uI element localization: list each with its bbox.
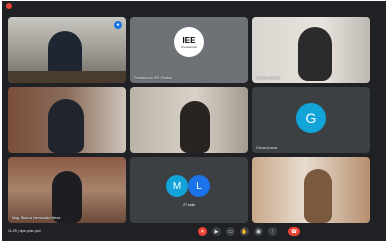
camera-icon: ▶ [214, 228, 219, 235]
mic-off-icon: ✕ [200, 228, 205, 235]
avatar: IEE Presidencia [174, 27, 204, 57]
participant-tile-5[interactable] [130, 87, 248, 153]
meet-screen: ● IEE Presidencia Presidencia IEE Puebla… [2, 1, 386, 241]
participant-tile-9[interactable] [252, 157, 370, 223]
logo-text: IEE [182, 35, 196, 45]
present-button[interactable]: ▣ [254, 227, 263, 236]
present-icon: ▣ [256, 228, 261, 235]
person-silhouette [298, 27, 332, 81]
more-options-button[interactable]: ⋮ [268, 227, 277, 236]
avatar-initial: L [196, 180, 202, 192]
participant-name: Mag. Blanca Hernández Meza [12, 216, 61, 220]
avatar-initial: G [305, 110, 317, 126]
person-silhouette [180, 101, 210, 153]
mic-off-button[interactable]: ✕ [198, 227, 207, 236]
participant-tile-3[interactable]: Claudia Garate [252, 17, 370, 83]
control-bar: 11:25 | dpe-yosr-ycd ✕ ▶ ▭ ✋ ▣ ⋮ ☎ [2, 223, 386, 241]
participant-name: Presidencia IEE Puebla [134, 76, 172, 80]
captions-button[interactable]: ▭ [226, 227, 235, 236]
person-silhouette [304, 169, 332, 223]
mic-active-icon: ● [114, 21, 122, 29]
hand-icon: ✋ [241, 228, 248, 235]
more-participants-count: 27 más [183, 203, 195, 207]
leave-call-icon: ☎ [290, 228, 298, 235]
avatar: M [166, 175, 188, 197]
participant-name: Claudia Garate [256, 76, 281, 80]
avatar-initial: M [172, 180, 182, 192]
raise-hand-button[interactable]: ✋ [240, 227, 249, 236]
participant-tile-6[interactable]: G Gloria Aurora [252, 87, 370, 153]
meeting-info: 11:25 | dpe-yosr-ycd [8, 229, 40, 233]
logo-subtext: Presidencia [181, 44, 197, 49]
captions-icon: ▭ [228, 228, 233, 235]
meeting-time: 11:25 [8, 229, 17, 233]
meeting-code: dpe-yosr-ycd [19, 229, 41, 233]
participant-tile-7[interactable]: Mag. Blanca Hernández Meza [8, 157, 126, 223]
participant-tile-8[interactable]: M L 27 más [130, 157, 248, 223]
avatar: L [188, 175, 210, 197]
avatar: G [296, 103, 326, 133]
record-icon [6, 3, 12, 9]
participant-tile-1[interactable]: ● [8, 17, 126, 83]
more-icon: ⋮ [270, 228, 275, 235]
person-silhouette [48, 99, 84, 153]
participant-name: Gloria Aurora [256, 146, 278, 150]
leave-call-button[interactable]: ☎ [288, 227, 300, 236]
participant-tile-2[interactable]: IEE Presidencia Presidencia IEE Puebla [130, 17, 248, 83]
desk [8, 71, 126, 83]
meeting-separator: | [17, 229, 19, 233]
camera-button[interactable]: ▶ [212, 227, 221, 236]
participant-tile-4[interactable] [8, 87, 126, 153]
